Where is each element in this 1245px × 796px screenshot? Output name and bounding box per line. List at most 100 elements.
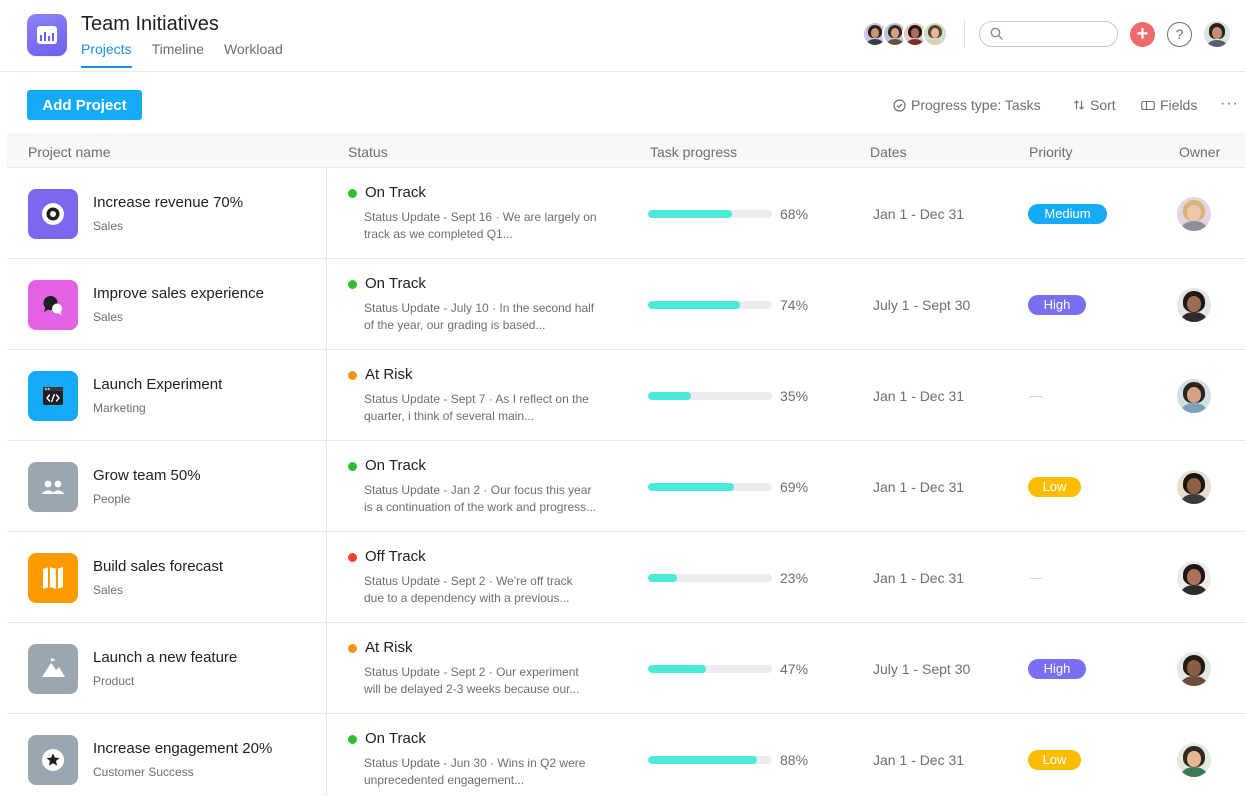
project-icon[interactable] (28, 735, 78, 785)
owner-avatar[interactable] (1177, 470, 1211, 504)
user-avatar[interactable] (1204, 21, 1230, 47)
sort-button[interactable]: Sort (1073, 97, 1116, 113)
status-update-line: of the year, our grading is based... (364, 318, 546, 332)
owner-avatar[interactable] (1177, 288, 1211, 322)
project-dates[interactable]: Jan 1 - Dec 31 (873, 479, 964, 495)
project-team: Product (93, 674, 135, 688)
table-row[interactable]: Grow team 50% People On Track Status Upd… (7, 441, 1245, 532)
status-update-line: Status Update - July 10 · In the second … (364, 301, 595, 315)
fields-button[interactable]: Fields (1141, 97, 1197, 113)
status-update[interactable]: Status Update - July 10 · In the second … (364, 300, 629, 334)
column-divider (326, 623, 327, 713)
priority-badge[interactable]: Medium (1028, 204, 1107, 224)
search-field[interactable] (979, 21, 1118, 47)
project-icon[interactable] (28, 553, 78, 603)
check-circle-icon (893, 98, 906, 112)
project-icon[interactable] (28, 644, 78, 694)
project-name[interactable]: Increase engagement 20% (93, 740, 272, 757)
progress-type-button[interactable]: Progress type: Tasks (893, 97, 1041, 113)
table-row[interactable]: Build sales forecast Sales Off Track Sta… (7, 532, 1245, 623)
project-dates[interactable]: Jan 1 - Dec 31 (873, 388, 964, 404)
owner-avatar[interactable] (1177, 379, 1211, 413)
status-dot (348, 280, 357, 289)
task-progress-fill (648, 665, 707, 673)
column-divider (326, 714, 327, 796)
column-priority[interactable]: Priority (1029, 144, 1073, 160)
project-dates[interactable]: July 1 - Sept 30 (873, 661, 970, 677)
project-name[interactable]: Launch a new feature (93, 649, 237, 666)
project-name[interactable]: Launch Experiment (93, 376, 222, 393)
task-progress-fill (648, 756, 758, 764)
status-label[interactable]: Off Track (365, 548, 426, 565)
project-dates[interactable]: Jan 1 - Dec 31 (873, 752, 964, 768)
project-name[interactable]: Improve sales experience (93, 285, 264, 302)
add-plus-button[interactable]: + (1130, 22, 1155, 47)
column-status[interactable]: Status (348, 144, 388, 160)
tab-workload[interactable]: Workload (224, 41, 283, 68)
task-progress-fill (648, 574, 677, 582)
status-label[interactable]: At Risk (365, 639, 413, 656)
task-progress-bar (648, 392, 772, 400)
status-update[interactable]: Status Update - Jan 2 · Our focus this y… (364, 482, 629, 516)
status-update[interactable]: Status Update - Sept 16 · We are largely… (364, 209, 629, 243)
project-icon[interactable] (28, 462, 78, 512)
column-task-progress[interactable]: Task progress (650, 144, 737, 160)
column-divider (326, 259, 327, 349)
owner-avatar[interactable] (1177, 743, 1211, 777)
table-row[interactable]: Launch Experiment Marketing At Risk Stat… (7, 350, 1245, 441)
table-row[interactable]: Launch a new feature Product At Risk Sta… (7, 623, 1245, 714)
status-update-line: quarter, i think of several main... (364, 409, 535, 423)
task-progress-fill (648, 483, 734, 491)
status-update[interactable]: Status Update - Sept 2 · We're off track… (364, 573, 629, 607)
column-owner[interactable]: Owner (1179, 144, 1220, 160)
status-label[interactable]: On Track (365, 275, 426, 292)
tab-timeline[interactable]: Timeline (152, 41, 204, 68)
fields-icon (1141, 100, 1155, 110)
priority-badge[interactable]: High (1028, 295, 1086, 315)
owner-avatar[interactable] (1177, 561, 1211, 595)
task-progress-bar (648, 756, 772, 764)
owner-avatar[interactable] (1177, 197, 1211, 231)
priority-badge[interactable]: Low (1028, 477, 1081, 497)
project-icon[interactable] (28, 280, 78, 330)
task-progress-percent: 47% (780, 661, 809, 677)
table-row[interactable]: Increase engagement 20% Customer Success… (7, 714, 1245, 796)
owner-avatar[interactable] (1177, 652, 1211, 686)
column-project-name[interactable]: Project name (28, 144, 110, 160)
status-label[interactable]: On Track (365, 457, 426, 474)
priority-empty[interactable] (1029, 578, 1043, 579)
status-update[interactable]: Status Update - Jun 30 · Wins in Q2 were… (364, 755, 629, 789)
project-name[interactable]: Grow team 50% (93, 467, 201, 484)
project-icon[interactable] (28, 189, 78, 239)
column-dates[interactable]: Dates (870, 144, 907, 160)
status-update-line: track as we completed Q1... (364, 227, 513, 241)
project-dates[interactable]: Jan 1 - Dec 31 (873, 570, 964, 586)
project-name[interactable]: Build sales forecast (93, 558, 223, 575)
status-label[interactable]: On Track (365, 730, 426, 747)
add-project-button[interactable]: Add Project (27, 90, 142, 120)
project-name[interactable]: Increase revenue 70% (93, 194, 243, 211)
task-progress-bar (648, 483, 772, 491)
help-button[interactable]: ? (1167, 22, 1192, 47)
more-options-button[interactable]: ··· (1220, 95, 1239, 113)
priority-badge[interactable]: Low (1028, 750, 1081, 770)
status-update-line: Status Update - Jan 2 · Our focus this y… (364, 483, 592, 497)
table-row[interactable]: Improve sales experience Sales On Track … (7, 259, 1245, 350)
team-members[interactable] (862, 21, 948, 47)
search-input[interactable] (1008, 25, 1108, 43)
tab-projects[interactable]: Projects (81, 41, 132, 68)
status-update[interactable]: Status Update - Sept 2 · Our experiment … (364, 664, 629, 698)
project-dates[interactable]: Jan 1 - Dec 31 (873, 206, 964, 222)
status-label[interactable]: On Track (365, 184, 426, 201)
priority-empty[interactable] (1029, 396, 1043, 397)
table-row[interactable]: Increase revenue 70% Sales On Track Stat… (7, 168, 1245, 259)
status-label[interactable]: At Risk (365, 366, 413, 383)
project-chart-icon[interactable] (27, 14, 67, 56)
status-update[interactable]: Status Update - Sept 7 · As I reflect on… (364, 391, 629, 425)
project-icon[interactable] (28, 371, 78, 421)
project-dates[interactable]: July 1 - Sept 30 (873, 297, 970, 313)
task-progress-bar (648, 301, 772, 309)
priority-badge[interactable]: High (1028, 659, 1086, 679)
status-update-line: will be delayed 2-3 weeks because our... (364, 682, 580, 696)
avatar[interactable] (922, 21, 948, 47)
